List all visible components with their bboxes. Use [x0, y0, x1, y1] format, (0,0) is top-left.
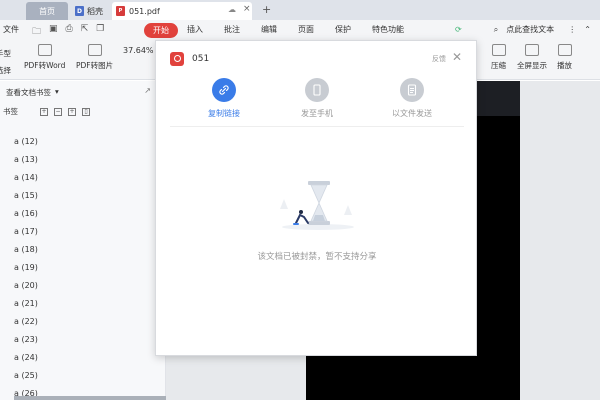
more-icon[interactable]: ⋮ [568, 25, 576, 34]
list-item[interactable]: a (24) [14, 348, 38, 366]
share-dialog: 051 反馈 ✕ 复制链接 发至手机 以文件发送 该文档已被封禁，暂不支持分享 [155, 40, 477, 356]
send-as-file-option[interactable]: 以文件发送 [392, 78, 432, 119]
collapse-panel-icon[interactable]: ↗ [144, 86, 151, 95]
pdf-to-image-button[interactable]: PDF转图片 [76, 44, 113, 71]
sync-icon[interactable]: ⟳ [455, 25, 462, 34]
compress-icon [491, 44, 506, 56]
zoom-level[interactable]: 37.64% [123, 46, 154, 55]
bookmark-icon[interactable]: ▯ [82, 107, 90, 116]
tab-bar: 首页 D 稻壳 P 051.pdf ☁ × + [0, 0, 600, 20]
list-item[interactable]: a (19) [14, 258, 38, 276]
list-item[interactable]: a (25) [14, 366, 38, 384]
feedback-link[interactable]: 反馈 [432, 54, 446, 64]
list-item[interactable]: a (13) [14, 150, 38, 168]
play-button[interactable]: 播放 [557, 44, 572, 71]
hourglass-illustration [280, 181, 354, 230]
bookmark-toolbar: 书签 + − + ▯ [3, 106, 90, 117]
tab-home[interactable]: 首页 [26, 2, 68, 20]
new-tab-button[interactable]: + [262, 3, 271, 16]
image-icon [87, 44, 102, 56]
find-text-button[interactable]: 点此查找文本 [506, 24, 554, 35]
expand-all-icon[interactable]: + [40, 107, 48, 116]
list-item[interactable]: a (17) [14, 222, 38, 240]
list-item[interactable]: a (23) [14, 330, 38, 348]
search-icon[interactable]: ⌕ [494, 25, 498, 35]
menu-start[interactable]: 开始 [144, 23, 178, 38]
add-bookmark-icon[interactable]: + [68, 107, 76, 116]
docer-icon: D [75, 6, 84, 16]
open-folder-icon[interactable]: 🗀 [32, 24, 41, 40]
menu-special[interactable]: 特色功能 [372, 24, 404, 35]
list-item[interactable]: a (21) [14, 294, 38, 312]
tab-straw[interactable]: D 稻壳 [72, 2, 112, 20]
view-bookmarks-dropdown[interactable]: 查看文档书签 ▾ [6, 87, 59, 98]
chevron-down-icon: ▾ [55, 87, 59, 96]
list-item[interactable]: a (15) [14, 186, 38, 204]
quick-access-toolbar: 🗀 ▣ ⎙ ⇱ ❐ [32, 24, 104, 40]
menu-right: ⟳ ⌕ 点此查找文本 ⋮ ⌃ [455, 24, 591, 35]
phone-icon [305, 78, 329, 102]
list-item[interactable]: a (14) [14, 168, 38, 186]
list-item[interactable]: a (18) [14, 240, 38, 258]
close-icon[interactable]: ✕ [452, 50, 462, 64]
bookmark-list: a (12) a (13) a (14) a (15) a (16) a (17… [14, 132, 38, 400]
list-item[interactable]: a (16) [14, 204, 38, 222]
menu-annotate[interactable]: 批注 [224, 24, 240, 35]
compress-button[interactable]: 压缩 [491, 44, 506, 71]
dialog-header: 051 [170, 52, 209, 66]
collapse-all-icon[interactable]: − [54, 107, 62, 116]
horizontal-scrollbar[interactable] [14, 396, 166, 400]
menu-edit[interactable]: 编辑 [261, 24, 277, 35]
bookmarks-label: 书签 [3, 107, 18, 116]
tab-051-pdf[interactable]: P 051.pdf ☁ × [112, 2, 252, 20]
bookmark-panel: 查看文档书签 ▾ ↗ 书签 + − + ▯ a (12) a (13) a (1… [0, 81, 166, 400]
menu-protect[interactable]: 保护 [335, 24, 351, 35]
close-tab-icon[interactable]: × [243, 4, 251, 14]
fullscreen-button[interactable]: 全屏显示 [517, 44, 547, 71]
list-item[interactable]: a (20) [14, 276, 38, 294]
export-icon[interactable]: ⇱ [81, 24, 89, 40]
hand-tool[interactable]: 手型 选择 [0, 44, 11, 76]
menu-items: 插入 批注 编辑 页面 保护 特色功能 [187, 24, 404, 35]
menu-file[interactable]: 文件 [3, 24, 19, 35]
save-icon[interactable]: ▣ [49, 24, 58, 40]
list-item[interactable]: a (12) [14, 132, 38, 150]
copy-link-option[interactable]: 复制链接 [208, 78, 240, 119]
pdf-to-word-button[interactable]: PDF转Word [24, 44, 65, 71]
option-divider [170, 126, 464, 127]
pdf-file-icon: P [116, 6, 125, 16]
print-icon[interactable]: ⎙ [66, 24, 73, 40]
menu-bar: 文件 🗀 ▣ ⎙ ⇱ ❐ 开始 插入 批注 编辑 页面 保护 特色功能 ⟳ ⌕ … [0, 20, 600, 40]
send-to-phone-option[interactable]: 发至手机 [301, 78, 333, 119]
share-logo-icon [170, 52, 184, 66]
fullscreen-icon [525, 44, 539, 56]
word-doc-icon [37, 44, 52, 56]
link-icon [212, 78, 236, 102]
file-icon [400, 78, 424, 102]
document-margin [520, 81, 600, 400]
blocked-message: 该文档已被封禁，暂不支持分享 [257, 252, 377, 262]
play-icon [557, 44, 572, 56]
menu-insert[interactable]: 插入 [187, 24, 203, 35]
list-item[interactable]: a (22) [14, 312, 38, 330]
menu-page[interactable]: 页面 [298, 24, 314, 35]
collapse-ribbon-icon[interactable]: ⌃ [584, 25, 591, 34]
cloud-icon: ☁ [228, 5, 236, 14]
copy-icon[interactable]: ❐ [96, 24, 104, 40]
dialog-title: 051 [192, 54, 210, 64]
